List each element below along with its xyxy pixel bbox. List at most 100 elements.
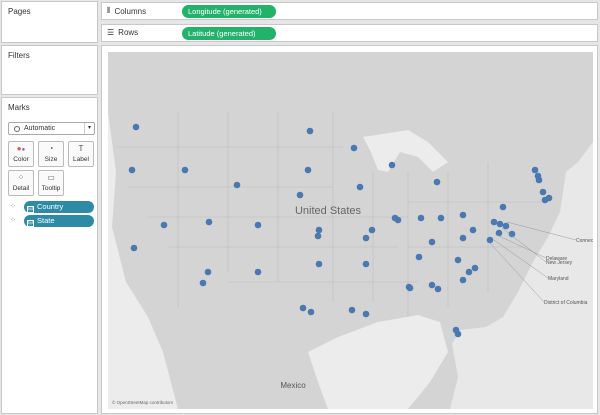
color-button[interactable]: ●● Color: [8, 141, 34, 167]
state-mark[interactable]: [465, 268, 473, 276]
tooltip-label: Tooltip: [41, 185, 61, 192]
state-mark[interactable]: [417, 214, 425, 222]
state-mark[interactable]: [296, 191, 304, 199]
state-mark[interactable]: [204, 268, 212, 276]
state-pill-label: State: [37, 216, 55, 225]
country-pill[interactable]: ⊟ Country: [24, 201, 94, 213]
state-mark[interactable]: [199, 279, 207, 287]
detail-field-icon: ⁘: [10, 203, 16, 210]
state-mark[interactable]: [132, 123, 140, 131]
pages-title: Pages: [8, 7, 31, 16]
state-mark[interactable]: [130, 244, 138, 252]
rows-icon: ☰: [107, 28, 115, 37]
state-mark[interactable]: [415, 253, 423, 261]
united-states-label: United States: [295, 205, 362, 217]
state-mark[interactable]: [306, 127, 314, 135]
expand-icon[interactable]: ⊟: [27, 206, 34, 213]
expand-icon[interactable]: ⊟: [27, 220, 34, 227]
state-mark[interactable]: [304, 166, 312, 174]
state-mark[interactable]: [469, 226, 477, 234]
state-mark[interactable]: [350, 144, 358, 152]
state-mark[interactable]: [254, 221, 262, 229]
state-mark[interactable]: [388, 161, 396, 169]
marks-title: Marks: [8, 103, 30, 112]
detail-icon: ⁘: [17, 173, 25, 182]
state-mark[interactable]: [490, 218, 498, 226]
state-mark[interactable]: [391, 214, 399, 222]
state-mark[interactable]: [362, 234, 370, 242]
state-mark[interactable]: [428, 238, 436, 246]
tooltip-icon: ▭: [47, 173, 55, 182]
state-mark[interactable]: [348, 306, 356, 314]
state-mark[interactable]: [496, 220, 504, 228]
detail-button[interactable]: ⁘ Detail: [8, 170, 34, 196]
state-mark[interactable]: [499, 203, 507, 211]
mark-type-label: Automatic: [24, 125, 56, 132]
chevron-down-icon[interactable]: ▾: [84, 123, 94, 134]
state-mark[interactable]: [486, 236, 494, 244]
state-mark[interactable]: [307, 308, 315, 316]
columns-shelf[interactable]: ⦀ Columns Longitude (generated): [101, 2, 598, 20]
pages-card: Pages: [1, 1, 98, 43]
state-mark[interactable]: [495, 229, 503, 237]
longitude-pill[interactable]: Longitude (generated): [182, 5, 276, 18]
state-mark[interactable]: [454, 256, 462, 264]
state-mark[interactable]: [459, 276, 467, 284]
state-mark[interactable]: [459, 211, 467, 219]
rows-shelf[interactable]: ☰ Rows Latitude (generated): [101, 24, 598, 42]
label-label: Label: [73, 156, 89, 163]
label-button[interactable]: T Label: [68, 141, 94, 167]
state-mark[interactable]: [315, 226, 323, 234]
state-mark[interactable]: [315, 260, 323, 268]
state-mark[interactable]: [405, 283, 413, 291]
map-view[interactable]: United States Mexico © OpenStreetMap con…: [108, 52, 600, 409]
state-mark[interactable]: [531, 166, 539, 174]
label-icon: T: [78, 144, 84, 153]
state-mark[interactable]: [428, 281, 436, 289]
state-mark[interactable]: [299, 304, 307, 312]
state-mark[interactable]: [181, 166, 189, 174]
tableau-workspace: Pages Filters Marks Automatic ▾ ●● Color…: [0, 0, 600, 415]
color-label: Color: [13, 156, 29, 163]
state-mark[interactable]: [545, 194, 553, 202]
filters-title: Filters: [8, 51, 30, 60]
state-mark[interactable]: [362, 310, 370, 318]
state-mark[interactable]: [368, 226, 376, 234]
state-mark[interactable]: [160, 221, 168, 229]
state-mark[interactable]: [534, 172, 542, 180]
rows-label: Rows: [118, 28, 139, 37]
state-mark[interactable]: [471, 264, 479, 272]
size-icon: ◔: [48, 144, 54, 153]
country-pill-label: Country: [37, 202, 64, 211]
filters-card[interactable]: Filters: [1, 45, 98, 95]
callout-label: New Jersey: [546, 260, 573, 266]
state-mark[interactable]: [128, 166, 136, 174]
state-mark[interactable]: [452, 326, 460, 334]
state-mark[interactable]: [254, 268, 262, 276]
state-mark[interactable]: [459, 234, 467, 242]
state-mark[interactable]: [502, 222, 510, 230]
size-label: Size: [44, 156, 58, 163]
mexico-label: Mexico: [280, 381, 306, 390]
color-icon: ●●: [16, 144, 26, 153]
state-mark[interactable]: [314, 232, 322, 240]
state-mark[interactable]: [356, 183, 364, 191]
state-mark[interactable]: [433, 178, 441, 186]
circle-mark-icon: [14, 125, 20, 132]
view-frame: United States Mexico © OpenStreetMap con…: [101, 45, 600, 414]
state-mark[interactable]: [539, 188, 547, 196]
copyright-text: © OpenStreetMap contributors: [112, 399, 174, 405]
state-mark[interactable]: [434, 285, 442, 293]
mark-type-dropdown[interactable]: Automatic ▾: [8, 122, 95, 135]
callout-label: District of Columbia: [544, 300, 588, 306]
latitude-pill[interactable]: Latitude (generated): [182, 27, 276, 40]
state-pill[interactable]: ⊟ State: [24, 215, 94, 227]
detail-label: Detail: [12, 185, 30, 192]
state-mark[interactable]: [362, 260, 370, 268]
size-button[interactable]: ◔ Size: [38, 141, 64, 167]
columns-icon: ⦀: [107, 6, 111, 15]
state-mark[interactable]: [233, 181, 241, 189]
state-mark[interactable]: [437, 214, 445, 222]
state-mark[interactable]: [205, 218, 213, 226]
tooltip-button[interactable]: ▭ Tooltip: [38, 170, 64, 196]
